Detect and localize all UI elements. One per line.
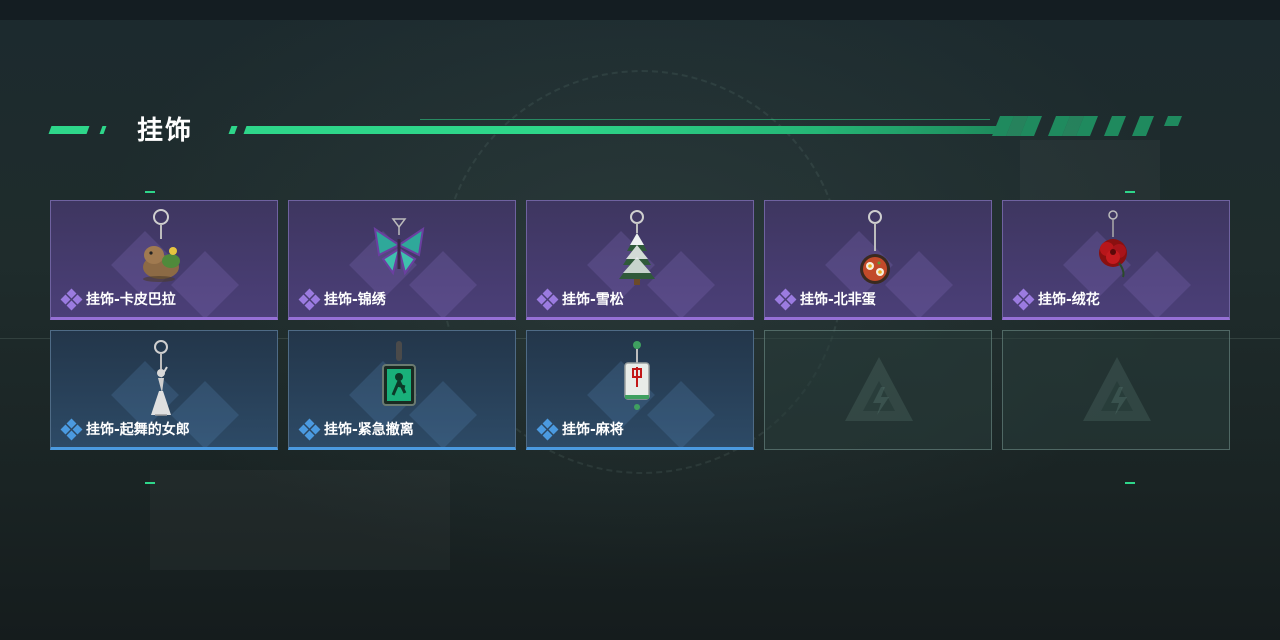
mahjong-tile-charm-icon xyxy=(624,341,650,410)
card-label: 挂饰-锦绣 xyxy=(298,288,386,311)
checker-stripe-icon xyxy=(992,116,1182,136)
charm-card[interactable]: 挂饰-卡皮巴拉 xyxy=(50,200,278,320)
shakshuka-pan-charm-icon xyxy=(860,210,890,284)
rarity-diamond-icon xyxy=(60,418,83,441)
section-header: 挂饰 xyxy=(0,108,1280,148)
card-label: 挂饰-绒花 xyxy=(1012,288,1100,311)
header-dash xyxy=(99,126,107,134)
butterfly-charm-icon xyxy=(373,218,425,276)
header-thin-line xyxy=(420,119,990,120)
header-progress-bar xyxy=(243,126,1007,134)
snow-pine-charm-icon xyxy=(619,210,655,285)
charm-card[interactable]: 挂饰-绒花 xyxy=(1002,200,1230,320)
card-label: 挂饰-北非蛋 xyxy=(774,288,876,311)
empty-slot xyxy=(1002,330,1230,450)
rarity-diamond-icon xyxy=(536,418,559,441)
charm-card[interactable]: 挂饰-起舞的女郎 xyxy=(50,330,278,450)
card-label: 挂饰-紧急撤离 xyxy=(298,418,414,441)
charm-name: 挂饰-卡皮巴拉 xyxy=(86,292,176,308)
empty-slot-logo-icon xyxy=(845,357,913,421)
red-rose-charm-icon xyxy=(1099,210,1127,278)
top-band xyxy=(0,0,1280,20)
rarity-diamond-icon xyxy=(298,288,321,311)
corner-tick xyxy=(145,191,155,193)
rarity-diamond-icon xyxy=(536,288,559,311)
charm-name: 挂饰-雪松 xyxy=(562,292,624,308)
corner-tick xyxy=(145,482,155,484)
empty-slot xyxy=(764,330,992,450)
charm-name: 挂饰-锦绣 xyxy=(324,292,386,308)
empty-slot-logo-icon xyxy=(1083,357,1151,421)
section-title: 挂饰 xyxy=(137,116,194,146)
card-label: 挂饰-雪松 xyxy=(536,288,624,311)
rarity-diamond-icon xyxy=(60,288,83,311)
card-label: 挂饰-麻将 xyxy=(536,418,624,441)
corner-tick xyxy=(1125,191,1135,193)
dancing-lady-charm-icon xyxy=(151,340,171,416)
emergency-exit-charm-icon xyxy=(382,341,416,406)
rarity-diamond-icon xyxy=(298,418,321,441)
capybara-charm-icon xyxy=(143,209,180,282)
charm-name: 挂饰-起舞的女郎 xyxy=(86,422,190,438)
rarity-diamond-icon xyxy=(774,288,797,311)
charm-card[interactable]: 挂饰-北非蛋 xyxy=(764,200,992,320)
charm-name: 挂饰-麻将 xyxy=(562,422,624,438)
charm-card[interactable]: 挂饰-麻将 xyxy=(526,330,754,450)
charm-card[interactable]: 挂饰-锦绣 xyxy=(288,200,516,320)
header-dash xyxy=(228,126,238,134)
corner-tick xyxy=(1125,482,1135,484)
header-dash xyxy=(48,126,90,134)
charm-name: 挂饰-绒花 xyxy=(1038,292,1100,308)
charm-grid: 挂饰-卡皮巴拉 挂饰-锦绣 挂饰-雪松 挂饰-北非蛋 挂饰-绒花 挂饰-起舞的女… xyxy=(50,200,1230,450)
rarity-diamond-icon xyxy=(1012,288,1035,311)
background-structure xyxy=(150,470,450,570)
card-label: 挂饰-起舞的女郎 xyxy=(60,418,190,441)
charm-name: 挂饰-紧急撤离 xyxy=(324,422,414,438)
charm-name: 挂饰-北非蛋 xyxy=(800,292,876,308)
charm-card[interactable]: 挂饰-紧急撤离 xyxy=(288,330,516,450)
card-label: 挂饰-卡皮巴拉 xyxy=(60,288,176,311)
charm-card[interactable]: 挂饰-雪松 xyxy=(526,200,754,320)
